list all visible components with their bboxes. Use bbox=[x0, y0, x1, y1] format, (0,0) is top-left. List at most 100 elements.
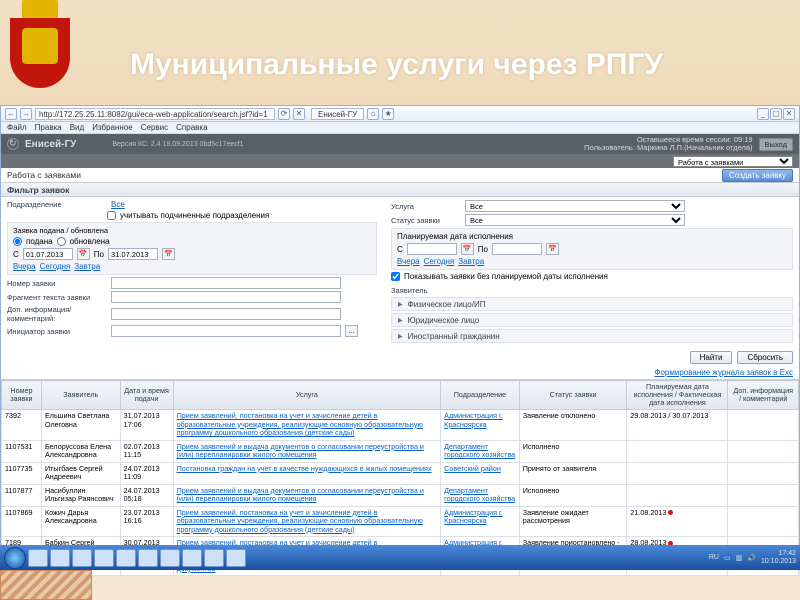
export-link[interactable]: Формирование журнала заявок в Exc bbox=[654, 368, 793, 377]
date-to-input[interactable] bbox=[108, 248, 158, 260]
table-cell: 1107531 bbox=[2, 440, 42, 462]
quick-today[interactable]: Сегодня bbox=[40, 262, 71, 271]
cell-link[interactable]: Советский район bbox=[444, 464, 501, 473]
acc-individual[interactable]: ▶Физическое лицо/ИП bbox=[391, 297, 793, 311]
calendar-icon[interactable]: 📅 bbox=[546, 243, 559, 255]
filter-title: Фильтр заявок bbox=[1, 183, 799, 197]
date-from-input[interactable] bbox=[23, 248, 73, 260]
table-cell: Заявление ожидает рассмотрения bbox=[519, 506, 627, 537]
table-row[interactable]: 1107531Белоруссова Елена Александровна02… bbox=[2, 440, 799, 462]
calendar-icon[interactable]: 📅 bbox=[162, 248, 175, 260]
subdiv-value[interactable]: Все bbox=[111, 200, 125, 209]
cell-link[interactable]: Постановка граждан на учет в качестве ну… bbox=[177, 464, 432, 473]
system-tray[interactable]: RU ▭ ▥ 🔊 17:42 10.10.2013 bbox=[709, 550, 796, 566]
taskbar-chrome-icon[interactable] bbox=[160, 549, 180, 567]
app-version: Версия КС: 2.4 18.09.2013 0bd5c17eecf1 bbox=[112, 141, 243, 148]
calendar-icon[interactable]: 📅 bbox=[77, 248, 90, 260]
browser-tab[interactable]: Енисей-ГУ bbox=[311, 108, 364, 120]
tray-network-icon: ▥ bbox=[736, 554, 743, 562]
col-header[interactable]: Доп. информация / комментарий bbox=[728, 381, 799, 410]
forward-button[interactable]: → bbox=[20, 108, 32, 120]
table-row[interactable]: 1107869Кожич Дарья Александровна23.07.20… bbox=[2, 506, 799, 537]
quick-tomorrow[interactable]: Завтра bbox=[74, 262, 100, 271]
menu-help[interactable]: Справка bbox=[176, 123, 207, 132]
taskbar-excel-icon[interactable] bbox=[226, 549, 246, 567]
taskbar-outlook-icon[interactable] bbox=[72, 549, 92, 567]
taskbar-word-icon[interactable] bbox=[204, 549, 224, 567]
col-header[interactable]: Дата и время подачи bbox=[120, 381, 173, 410]
maximize-button[interactable]: ▢ bbox=[770, 108, 782, 120]
acc-legal[interactable]: ▶Юридическое лицо bbox=[391, 313, 793, 327]
service-select[interactable]: Все bbox=[465, 200, 685, 212]
menu-file[interactable]: Файл bbox=[7, 123, 27, 132]
find-button[interactable]: Найти bbox=[690, 351, 733, 364]
stop-button[interactable]: ✕ bbox=[293, 108, 305, 120]
refresh-icon[interactable] bbox=[7, 138, 19, 150]
cell-link[interactable]: Прием заявлений и выдача документов о со… bbox=[177, 486, 424, 504]
taskbar-ie-icon[interactable] bbox=[28, 549, 48, 567]
taskbar-app-icon[interactable] bbox=[94, 549, 114, 567]
fragment-input[interactable] bbox=[111, 291, 341, 303]
cell-link[interactable]: Администрация г. Красноярска bbox=[444, 411, 503, 429]
col-header[interactable]: Услуга bbox=[173, 381, 441, 410]
tray-lang[interactable]: RU bbox=[709, 554, 719, 561]
radio-updated[interactable] bbox=[57, 237, 66, 246]
favorites-icon[interactable]: ★ bbox=[382, 108, 394, 120]
menu-tools[interactable]: Сервис bbox=[141, 123, 168, 132]
reset-button[interactable]: Сбросить bbox=[737, 351, 793, 364]
col-header[interactable]: Планируемая дата исполнения / Фактическа… bbox=[627, 381, 728, 410]
start-button[interactable] bbox=[4, 547, 26, 569]
back-button[interactable]: ← bbox=[5, 108, 17, 120]
plan-from-input[interactable] bbox=[407, 243, 457, 255]
quick-today[interactable]: Сегодня bbox=[424, 257, 455, 266]
minimize-button[interactable]: _ bbox=[757, 108, 769, 120]
taskbar-app-icon[interactable] bbox=[182, 549, 202, 567]
col-header[interactable]: Номер заявки bbox=[2, 381, 42, 410]
mode-select[interactable]: Работа с заявками bbox=[673, 156, 793, 167]
num-input[interactable] bbox=[111, 277, 341, 289]
cell-link[interactable]: Прием заявлений, постановка на учет и за… bbox=[177, 411, 423, 437]
no-date-checkbox[interactable] bbox=[391, 272, 400, 281]
radio-submitted[interactable] bbox=[13, 237, 22, 246]
tab-title: Енисей-ГУ bbox=[318, 110, 357, 119]
status-select[interactable]: Все bbox=[465, 214, 685, 226]
col-header[interactable]: Подразделение bbox=[441, 381, 520, 410]
lookup-icon[interactable]: … bbox=[345, 325, 358, 337]
quick-yesterday[interactable]: Вчера bbox=[13, 262, 36, 271]
plan-to-input[interactable] bbox=[492, 243, 542, 255]
include-sub-label: учитывать подчиненные подразделения bbox=[120, 211, 269, 220]
menu-view[interactable]: Вид bbox=[70, 123, 84, 132]
quick-yesterday[interactable]: Вчера bbox=[397, 257, 420, 266]
logout-button[interactable]: Выход bbox=[759, 138, 793, 151]
quick-tomorrow[interactable]: Завтра bbox=[458, 257, 484, 266]
menu-edit[interactable]: Правка bbox=[35, 123, 62, 132]
table-row[interactable]: 7392Ельшина Светлана Олеговна31.07.2013 … bbox=[2, 410, 799, 441]
taskbar-explorer-icon[interactable] bbox=[50, 549, 70, 567]
tray-date: 10.10.2013 bbox=[761, 558, 796, 566]
create-request-button[interactable]: Создать заявку bbox=[722, 169, 793, 182]
home-button[interactable]: ⌂ bbox=[367, 108, 379, 120]
cell-link[interactable]: Прием заявлений и выдача документов о со… bbox=[177, 442, 424, 460]
acc-foreign[interactable]: ▶Иностранный гражданин bbox=[391, 329, 793, 343]
refresh-button[interactable]: ⟳ bbox=[278, 108, 290, 120]
cell-link[interactable]: Администрация г. Красноярска bbox=[444, 508, 503, 526]
col-header[interactable]: Заявитель bbox=[41, 381, 120, 410]
cell-link[interactable]: Прием заявлений, постановка на учет и за… bbox=[177, 508, 423, 534]
taskbar-media-icon[interactable] bbox=[116, 549, 136, 567]
col-header[interactable]: Статус заявки bbox=[519, 381, 627, 410]
extra-input[interactable] bbox=[111, 308, 341, 320]
table-row[interactable]: 1107877Насибуллин Ильгизар Раянсович24.0… bbox=[2, 484, 799, 506]
address-bar[interactable]: http://172.25.25.11:8082/gui/eca-web-app… bbox=[35, 108, 275, 120]
include-sub-checkbox[interactable] bbox=[107, 211, 116, 220]
plan-label: Планируемая дата исполнения bbox=[397, 232, 513, 241]
menu-favorites[interactable]: Избранное bbox=[92, 123, 133, 132]
close-button[interactable]: ✕ bbox=[783, 108, 795, 120]
initiator-input[interactable] bbox=[111, 325, 341, 337]
table-row[interactable]: 1107735Итыгбаев Сергей Андреевич24.07.20… bbox=[2, 462, 799, 484]
taskbar-app-icon[interactable] bbox=[138, 549, 158, 567]
table-cell: 31.07.2013 17:06 bbox=[120, 410, 173, 441]
cell-link[interactable]: Департамент городского хозяйства bbox=[444, 486, 515, 504]
table-cell: Советский район bbox=[441, 462, 520, 484]
calendar-icon[interactable]: 📅 bbox=[461, 243, 474, 255]
cell-link[interactable]: Департамент городского хозяйства bbox=[444, 442, 515, 460]
